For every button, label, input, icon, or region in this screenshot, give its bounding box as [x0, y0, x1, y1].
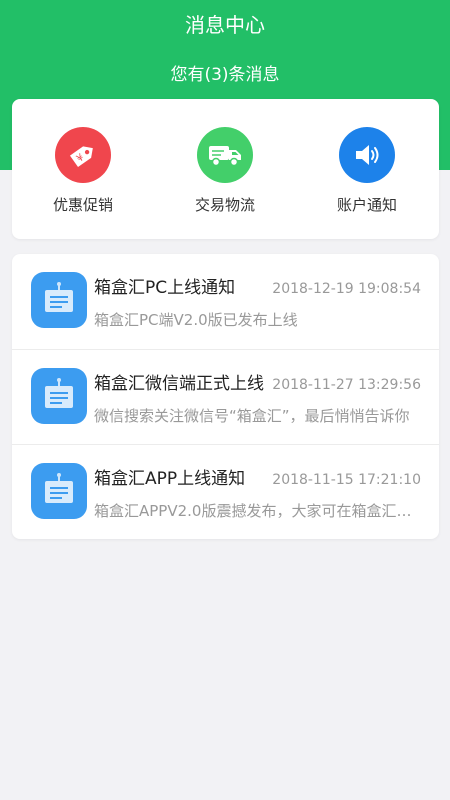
message-time: 2018-11-27 13:29:56: [272, 377, 421, 393]
notice-board-icon: [31, 463, 87, 519]
message-item[interactable]: 箱盒汇微信端正式上线 2018-11-27 13:29:56 微信搜索关注微信号…: [12, 349, 439, 444]
message-summary: 微信搜索关注微信号“箱盒汇”，最后悄悄告诉你: [94, 407, 410, 425]
category-label: 交易物流: [194, 196, 255, 214]
category-card: ¥ 优惠促销 交易物流 账户通知: [12, 99, 439, 239]
message-item[interactable]: 箱盒汇APP上线通知 2018-11-15 17:21:10 箱盒汇APPV2.…: [12, 444, 439, 539]
notice-board-icon: [31, 272, 87, 328]
category-logistics[interactable]: 交易物流: [154, 127, 296, 215]
speaker-icon: [339, 127, 395, 183]
message-title: 箱盒汇PC上线通知: [94, 278, 236, 298]
message-list: 箱盒汇PC上线通知 2018-12-19 19:08:54 箱盒汇PC端V2.0…: [12, 254, 439, 539]
message-count: 您有(3)条消息: [170, 65, 280, 85]
message-time: 2018-12-19 19:08:54: [272, 281, 421, 297]
message-summary: 箱盒汇PC端V2.0版已发布上线: [94, 311, 298, 329]
message-title: 箱盒汇APP上线通知: [94, 469, 246, 489]
category-label: 优惠促销: [52, 196, 113, 214]
message-title: 箱盒汇微信端正式上线: [94, 374, 264, 394]
price-tag-icon: ¥: [55, 127, 111, 183]
message-time: 2018-11-15 17:21:10: [272, 472, 421, 488]
category-account[interactable]: 账户通知: [296, 127, 438, 215]
category-promotion[interactable]: ¥ 优惠促销: [12, 127, 154, 215]
message-summary: 箱盒汇APPV2.0版震撼发布，大家可在箱盒汇官网下载: [94, 502, 414, 520]
notice-board-icon: [31, 368, 87, 424]
category-label: 账户通知: [336, 196, 397, 214]
page-title: 消息中心: [185, 13, 265, 37]
delivery-truck-icon: [197, 127, 253, 183]
message-item[interactable]: 箱盒汇PC上线通知 2018-12-19 19:08:54 箱盒汇PC端V2.0…: [12, 254, 439, 349]
